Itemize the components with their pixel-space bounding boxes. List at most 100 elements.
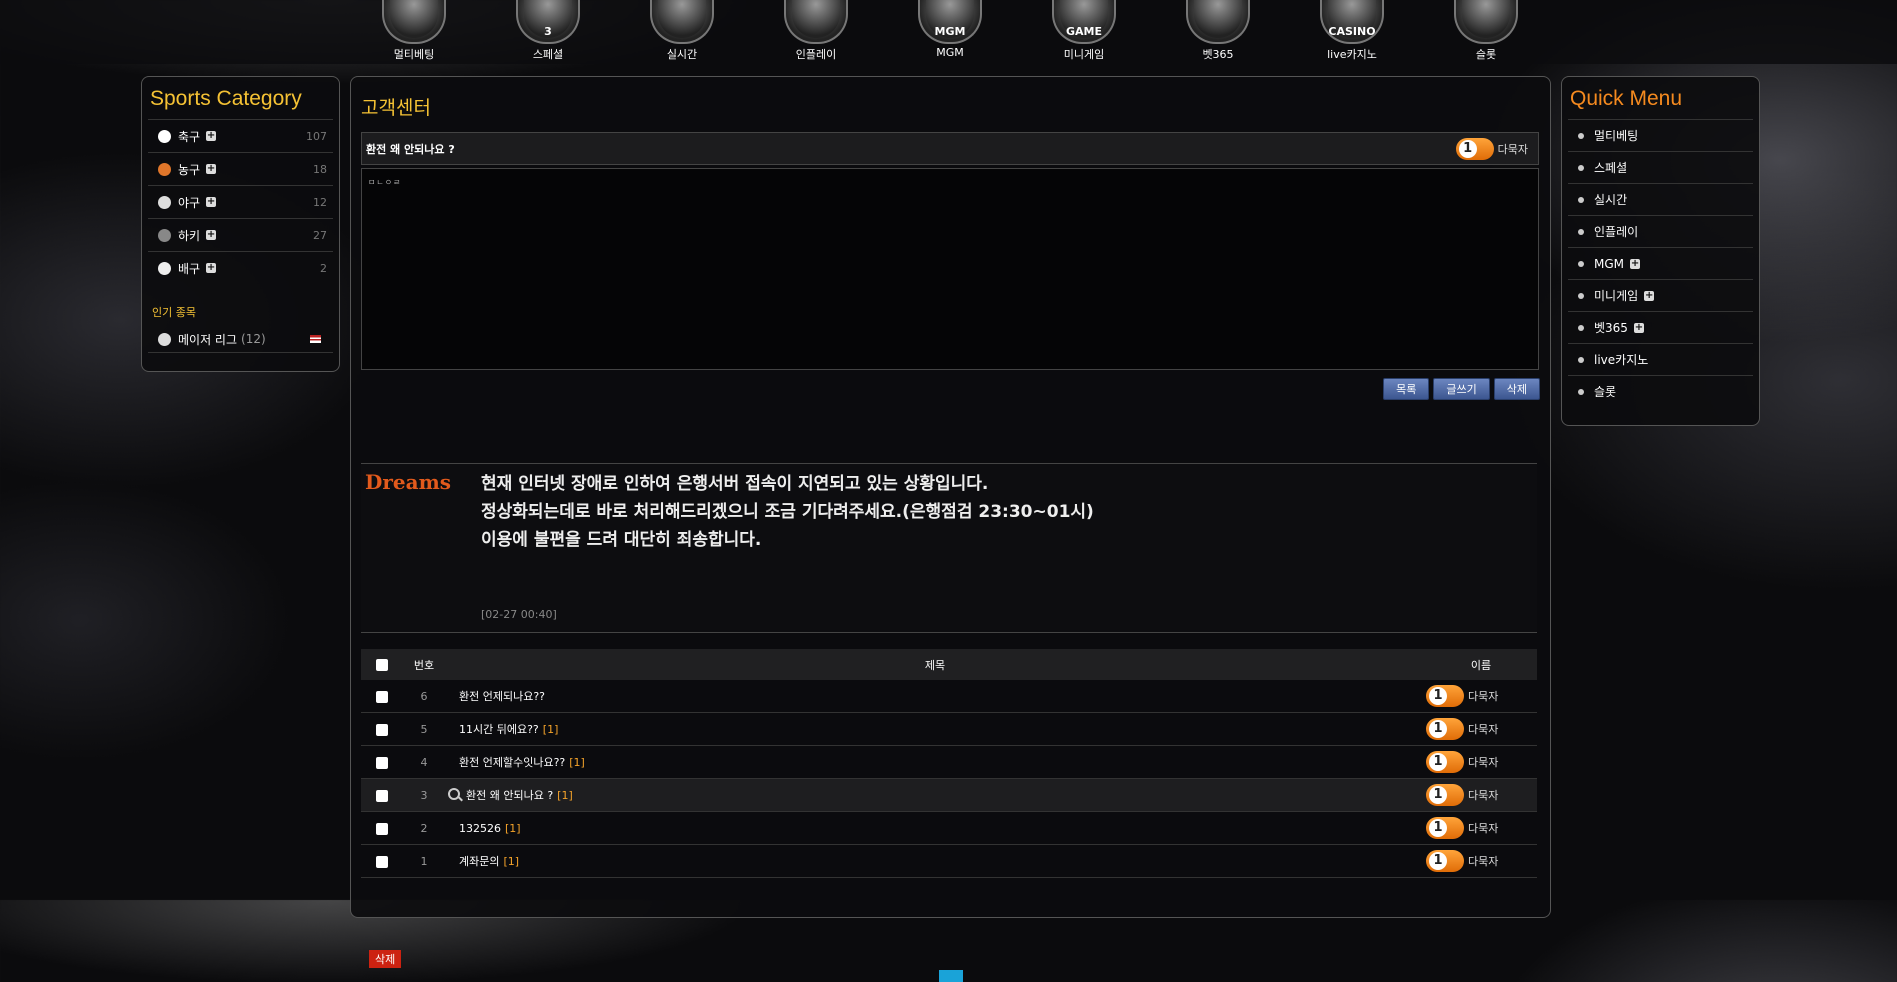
nav-item-7[interactable]: CASINO live카지노 [1292, 0, 1412, 62]
quick-menu-item-5[interactable]: 미니게임 + [1568, 279, 1753, 311]
quick-menu-item-8[interactable]: 슬롯 [1568, 375, 1753, 407]
row-title-link[interactable]: 계좌문의 [1] [445, 844, 1425, 878]
post-author[interactable]: 1 다묵자 [1455, 137, 1528, 160]
table-row[interactable]: 1 계좌문의 [1] 1 다묵자 [361, 844, 1537, 878]
baseball-icon [158, 332, 171, 346]
row-number: 6 [403, 680, 445, 713]
bullet-icon [1578, 324, 1584, 331]
row-title-link[interactable]: 11시간 뒤에요?? [1] [445, 712, 1425, 746]
quick-menu-item-6[interactable]: 벳365 + [1568, 311, 1753, 343]
expand-plus-icon[interactable]: + [206, 164, 217, 174]
table-row[interactable]: 6 환전 언제되나요?? 1 다묵자 [361, 680, 1537, 713]
nav-item-label: MGM [936, 46, 964, 59]
expand-plus-icon[interactable]: + [1633, 322, 1644, 333]
expand-plus-icon[interactable]: + [206, 131, 217, 141]
league-name: 메이저 리그 [178, 332, 238, 347]
select-all-checkbox[interactable] [376, 659, 388, 671]
row-author[interactable]: 1 다묵자 [1426, 817, 1536, 839]
row-checkbox[interactable] [376, 789, 388, 802]
row-checkbox[interactable] [376, 723, 388, 736]
sport-item-2[interactable]: 야구 +12 [148, 185, 333, 218]
quick-menu-item-2[interactable]: 실시간 [1568, 183, 1753, 215]
sport-item-3[interactable]: 하키 +27 [148, 218, 333, 251]
row-author[interactable]: 1 다묵자 [1426, 850, 1536, 872]
delete-post-button[interactable]: 삭제 [1493, 378, 1540, 400]
nav-item-label: 미니게임 [1063, 48, 1105, 61]
sport-item-4[interactable]: 배구 +2 [148, 251, 333, 284]
post-actions: 목록 글쓰기 삭제 [1383, 378, 1540, 400]
quick-menu-title: Quick Menu [1570, 87, 1683, 110]
table-row[interactable]: 3 환전 왜 안되나요 ? [1] 1 다묵자 [361, 778, 1537, 812]
delete-selected-button[interactable]: 삭제 [369, 950, 402, 968]
comment-count: [1] [503, 855, 520, 868]
nav-item-5[interactable]: GAME 미니게임 [1024, 0, 1144, 62]
row-author[interactable]: 1 다묵자 [1426, 685, 1536, 707]
slot-icon [1454, 0, 1518, 44]
level-badge-icon: 1 [1426, 751, 1464, 773]
nav-item-label: 실시간 [666, 48, 698, 61]
quick-menu-label: 벳365 [1594, 321, 1628, 335]
row-author-name: 다묵자 [1468, 789, 1499, 802]
row-number: 5 [403, 712, 445, 746]
table-row[interactable]: 4 환전 언제할수잇나요?? [1] 1 다묵자 [361, 745, 1537, 779]
row-author[interactable]: 1 다묵자 [1426, 751, 1536, 773]
expand-plus-icon[interactable]: + [1630, 258, 1641, 269]
bullet-icon [1578, 260, 1584, 267]
expand-plus-icon[interactable]: + [206, 197, 217, 207]
expand-plus-icon[interactable]: + [206, 230, 217, 240]
nav-item-6[interactable]: 벳365 [1158, 0, 1278, 62]
nav-item-8[interactable]: 슬롯 [1426, 0, 1546, 62]
nav-icon-glyph: GAME [1065, 25, 1102, 38]
nav-item-2[interactable]: 실시간 [622, 0, 742, 62]
notice-timestamp: [02-27 00:40] [481, 608, 557, 621]
sport-name: 배구 [178, 261, 201, 276]
sport-item-1[interactable]: 농구 +18 [148, 152, 333, 185]
header-number: 번호 [403, 649, 445, 680]
notice-line: 이용에 불편을 드려 대단히 죄송합니다. [481, 530, 762, 550]
row-title: 11시간 뒤에요?? [459, 723, 539, 736]
row-title-link[interactable]: 환전 언제되나요?? [445, 680, 1425, 713]
table-row[interactable]: 5 11시간 뒤에요?? [1] 1 다묵자 [361, 712, 1537, 746]
expand-plus-icon[interactable]: + [206, 263, 217, 273]
quick-menu-item-0[interactable]: 멀티베팅 [1568, 119, 1753, 151]
row-checkbox[interactable] [376, 756, 388, 769]
nav-item-4[interactable]: MGM MGM [890, 0, 1010, 59]
comment-count: [1] [569, 756, 585, 769]
row-title-link[interactable]: 환전 왜 안되나요 ? [1] [445, 778, 1425, 812]
sport-name: 하키 [178, 228, 201, 243]
row-author[interactable]: 1 다묵자 [1426, 718, 1536, 740]
list-button[interactable]: 목록 [1383, 378, 1430, 400]
row-title: 132526 [459, 821, 501, 835]
level-badge-icon: 1 [1426, 685, 1464, 707]
special-3-icon: 3 [516, 0, 580, 44]
sport-item-0[interactable]: 축구 +107 [148, 119, 333, 152]
row-author-name: 다묵자 [1468, 822, 1499, 835]
write-button[interactable]: 글쓰기 [1433, 378, 1490, 400]
sport-name: 축구 [178, 129, 201, 144]
mgm-icon: MGM [918, 0, 982, 44]
quick-menu-panel: Quick Menu 멀티베팅 스페셜 실시간 인플레이 MGM + 미니게임 + 벳365 + l… [1561, 76, 1760, 426]
quick-menu-item-1[interactable]: 스페셜 [1568, 151, 1753, 183]
nav-item-1[interactable]: 3 스페셜 [488, 0, 608, 62]
quick-menu-item-7[interactable]: live카지노 [1568, 343, 1753, 375]
row-checkbox[interactable] [376, 690, 388, 703]
nav-item-3[interactable]: 인플레이 [756, 0, 876, 62]
row-title-link[interactable]: 132526 [1] [445, 811, 1425, 845]
bullet-icon [1578, 132, 1584, 139]
pagination-current-page[interactable] [939, 970, 963, 982]
quick-menu-item-4[interactable]: MGM + [1568, 247, 1753, 279]
nav-item-0[interactable]: 멀티베팅 [354, 0, 474, 62]
quick-menu-item-3[interactable]: 인플레이 [1568, 215, 1753, 247]
row-checkbox[interactable] [376, 822, 388, 835]
notice-line: 현재 인터넷 장애로 인하여 은행서버 접속이 지연되고 있는 상황입니다. [481, 474, 989, 494]
expand-plus-icon[interactable]: + [1644, 290, 1655, 301]
row-author[interactable]: 1 다묵자 [1426, 784, 1536, 806]
row-author-name: 다묵자 [1468, 690, 1499, 703]
table-row[interactable]: 2 132526 [1] 1 다묵자 [361, 811, 1537, 845]
quick-menu-label: live카지노 [1594, 353, 1649, 367]
row-checkbox[interactable] [376, 855, 388, 868]
row-title-link[interactable]: 환전 언제할수잇나요?? [1] [445, 745, 1425, 779]
row-title: 환전 언제되나요?? [459, 690, 546, 703]
notice-line: 정상화되는데로 바로 처리해드리겠으니 조금 기다려주세요.(은행점검 23:3… [481, 502, 1094, 522]
popular-league-mlb[interactable]: 메이저 리그 (12) [148, 326, 333, 353]
